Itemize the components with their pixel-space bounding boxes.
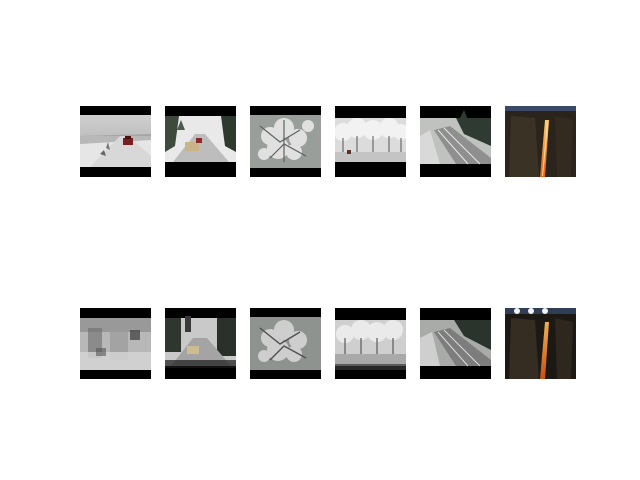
thumbnail-firefall-reconstructed [505,308,576,379]
thumbnail-frosted-branch [250,106,321,177]
thumbnail-snowy-road-car [165,106,236,177]
thumbnail-firefall [505,106,576,177]
thumbnail-snowy-railway-reconstructed [420,308,491,379]
thumbnail-frosted-trees-reconstructed [335,308,406,379]
thumbnail-snowy-road-car-reconstructed [165,308,236,379]
figure-canvas [0,0,640,480]
thumbnail-snowy-highway [80,106,151,177]
thumbnail-frosted-branch-reconstructed [250,308,321,379]
thumbnail-snowy-highway-reconstructed [80,308,151,379]
thumbnail-frosted-trees [335,106,406,177]
thumbnail-snowy-railway [420,106,491,177]
